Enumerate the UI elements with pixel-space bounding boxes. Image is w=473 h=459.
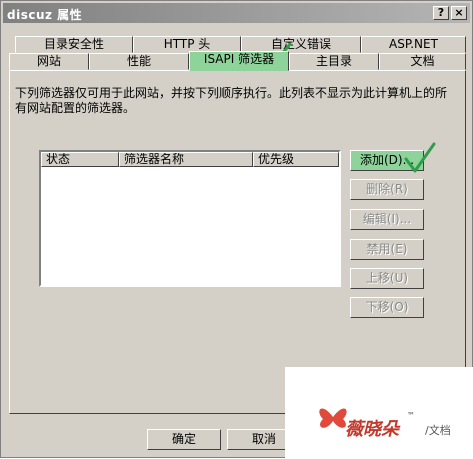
- window-title: discuz 属性: [7, 8, 83, 22]
- edit-button[interactable]: 编辑(I)...: [350, 209, 424, 230]
- tab-aspnet[interactable]: ASP.NET: [361, 36, 466, 53]
- column-priority[interactable]: 优先级: [253, 152, 339, 167]
- watermark-suffix: /文档: [425, 424, 451, 437]
- tab-directory-security[interactable]: 目录安全性: [15, 36, 133, 53]
- tab-website[interactable]: 网站: [9, 53, 89, 70]
- description-text: 下列筛选器仅可用于此网站，并按下列顺序执行。此列表不显示为此计算机上的所有网站配…: [15, 86, 448, 115]
- tab-performance[interactable]: 性能: [89, 53, 189, 70]
- list-header: 状态 筛选器名称 优先级: [41, 152, 339, 167]
- filter-list[interactable]: 状态 筛选器名称 优先级: [39, 150, 341, 287]
- disable-button[interactable]: 禁用(E): [350, 239, 424, 260]
- help-button[interactable]: ?: [433, 6, 449, 20]
- title-bar[interactable]: discuz 属性 ? ×: [3, 3, 470, 23]
- watermark: 薇晓朵 ™ /文档: [285, 367, 473, 459]
- watermark-brand: 薇晓朵: [345, 419, 399, 440]
- add-button[interactable]: 添加(D)...: [350, 150, 424, 171]
- move-down-button[interactable]: 下移(O): [350, 297, 424, 318]
- watermark-trademark: ™: [407, 411, 415, 420]
- move-up-button[interactable]: 上移(U): [350, 268, 424, 289]
- column-filter-name[interactable]: 筛选器名称: [119, 152, 253, 167]
- ok-button[interactable]: 确定: [147, 429, 221, 450]
- close-button[interactable]: ×: [451, 6, 467, 20]
- properties-dialog: discuz 属性 ? × 目录安全性 HTTP 头 自定义错误 ASP.NET…: [0, 0, 473, 459]
- column-status[interactable]: 状态: [41, 152, 119, 167]
- tab-isapi-filters[interactable]: ISAPI 筛选器: [189, 51, 289, 71]
- tab-home-directory[interactable]: 主目录: [289, 53, 379, 70]
- remove-button[interactable]: 删除(R): [350, 179, 424, 200]
- tab-documents[interactable]: 文档: [379, 53, 466, 70]
